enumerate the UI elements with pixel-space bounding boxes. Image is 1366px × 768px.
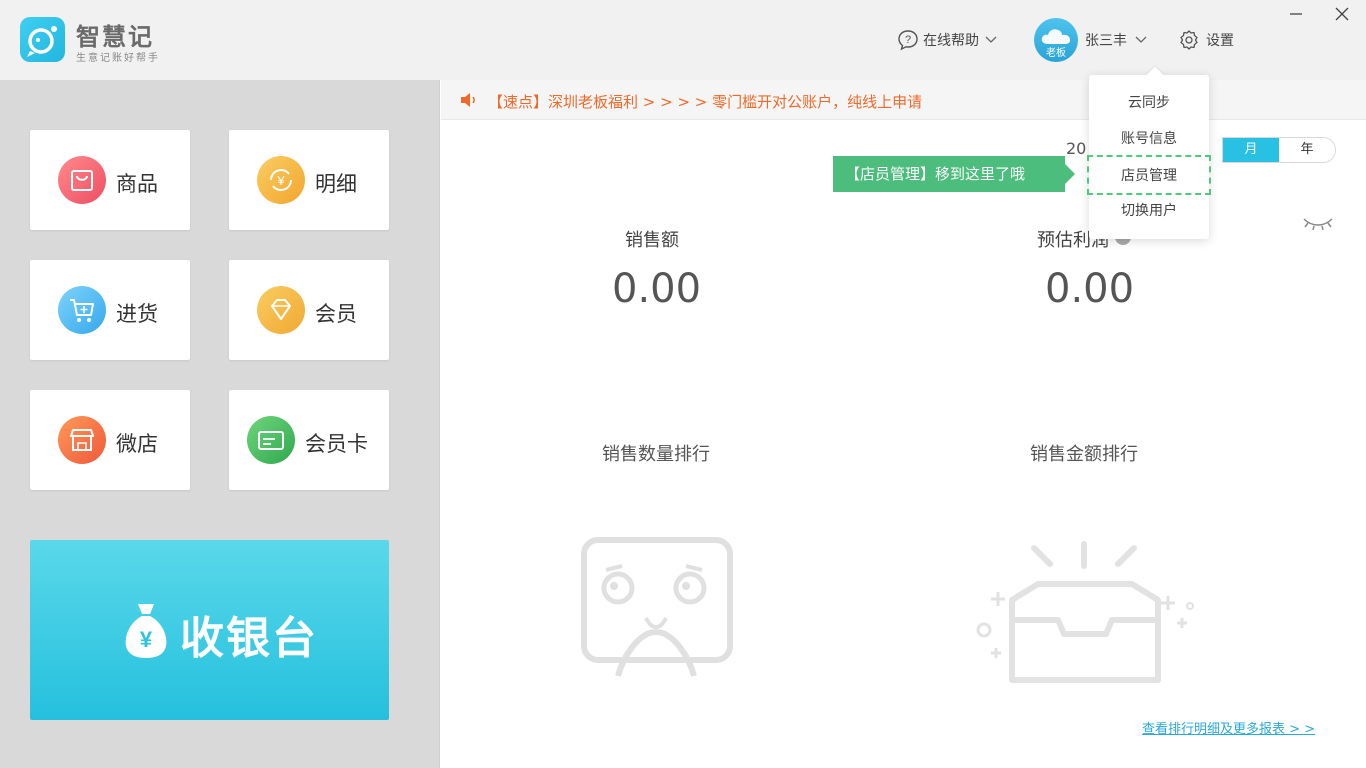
more-reports-link[interactable]: 查看排行明细及更多报表 > > (1142, 718, 1315, 737)
staff-mgmt-tooltip: 【店员管理】移到这里了哦 (833, 156, 1075, 192)
tile-member-card[interactable]: 会员卡 (229, 390, 389, 490)
yuan-cycle-icon: ¥ (257, 156, 305, 204)
shop-icon (58, 416, 106, 464)
period-year-label: 20 (1066, 139, 1087, 158)
menu-item-staff-management[interactable]: 店员管理 (1087, 155, 1211, 195)
tab-month[interactable]: 月 (1223, 138, 1279, 162)
app-name: 智慧记 (76, 23, 154, 51)
rank-qty-title: 销售数量排行 (602, 444, 710, 465)
cart-icon (58, 286, 106, 334)
notice-bar: 【速点】深圳老板福利 > > > > 零门槛开对公账户，纯线上申请 (441, 80, 1366, 120)
settings-label: 设置 (1206, 33, 1234, 49)
eye-closed-icon[interactable] (1302, 214, 1334, 232)
svg-text:¥: ¥ (140, 627, 153, 652)
profit-value: 0.00 (1045, 266, 1135, 312)
tile-details[interactable]: ¥ 明细 (229, 130, 389, 230)
product-bag-icon (58, 156, 106, 204)
gear-icon (1180, 30, 1198, 50)
tile-microshop[interactable]: 微店 (30, 390, 190, 490)
tile-label: 明细 (315, 172, 357, 196)
tile-purchase[interactable]: 进货 (30, 260, 190, 360)
svg-text:¥: ¥ (276, 173, 285, 188)
settings-button[interactable]: 设置 (1178, 28, 1234, 52)
rank-amount-title: 销售金额排行 (1030, 444, 1138, 465)
tab-year[interactable]: 年 (1279, 138, 1335, 162)
menu-item-account-info[interactable]: 账号信息 (1089, 124, 1209, 154)
cashier-button[interactable]: ¥ 收银台 (30, 540, 389, 720)
svg-text:?: ? (905, 34, 911, 46)
cashier-label: 收银台 (180, 613, 318, 664)
notice-link[interactable]: 【速点】深圳老板福利 > > > > 零门槛开对公账户，纯线上申请 (488, 91, 922, 112)
app-logo-icon (20, 17, 65, 62)
user-role-label: 老板 (1046, 48, 1066, 59)
tile-products[interactable]: 商品 (30, 130, 190, 230)
minimize-icon[interactable] (1288, 6, 1304, 22)
online-help-label: 在线帮助 (923, 33, 979, 49)
menu-item-cloud-sync[interactable]: 云同步 (1089, 88, 1209, 118)
tile-members[interactable]: 会员 (229, 260, 389, 360)
help-chat-icon: ? (898, 30, 918, 51)
period-toggle: 月 年 (1222, 137, 1336, 163)
chevron-down-icon (985, 36, 997, 43)
sales-value: 0.00 (612, 266, 702, 312)
cloud-icon (1041, 29, 1070, 44)
user-dropdown-menu: 云同步 账号信息 店员管理 切换用户 (1087, 66, 1211, 239)
tile-label: 商品 (116, 172, 158, 196)
user-name-label: 张三丰 (1085, 33, 1127, 49)
title-bar: 智慧记 生意记账好帮手 ? 在线帮助 老板 张三丰 设置 (0, 0, 1366, 80)
diamond-icon (257, 286, 305, 334)
menu-item-switch-user[interactable]: 切换用户 (1089, 196, 1209, 226)
money-bag-icon: ¥ (125, 604, 167, 658)
user-avatar[interactable]: 老板 (1034, 18, 1078, 62)
tile-label: 会员 (315, 302, 357, 326)
tile-label: 微店 (116, 432, 158, 456)
app-slogan: 生意记账好帮手 (76, 53, 160, 64)
empty-box-icon (976, 541, 1194, 683)
tile-label: 会员卡 (305, 432, 368, 456)
user-menu-button[interactable]: 张三丰 (1085, 30, 1147, 50)
sales-label: 销售额 (625, 230, 679, 251)
tile-label: 进货 (116, 302, 158, 326)
chevron-down-icon (1135, 36, 1147, 43)
online-help-button[interactable]: ? 在线帮助 (897, 28, 997, 52)
close-icon[interactable] (1334, 6, 1350, 22)
sad-face-empty-icon (581, 537, 733, 677)
card-icon (247, 416, 295, 464)
left-panel: 商品 ¥ 明细 进货 会员 微店 会员卡 ¥ 收银台 (0, 80, 440, 768)
speaker-icon (461, 93, 475, 107)
